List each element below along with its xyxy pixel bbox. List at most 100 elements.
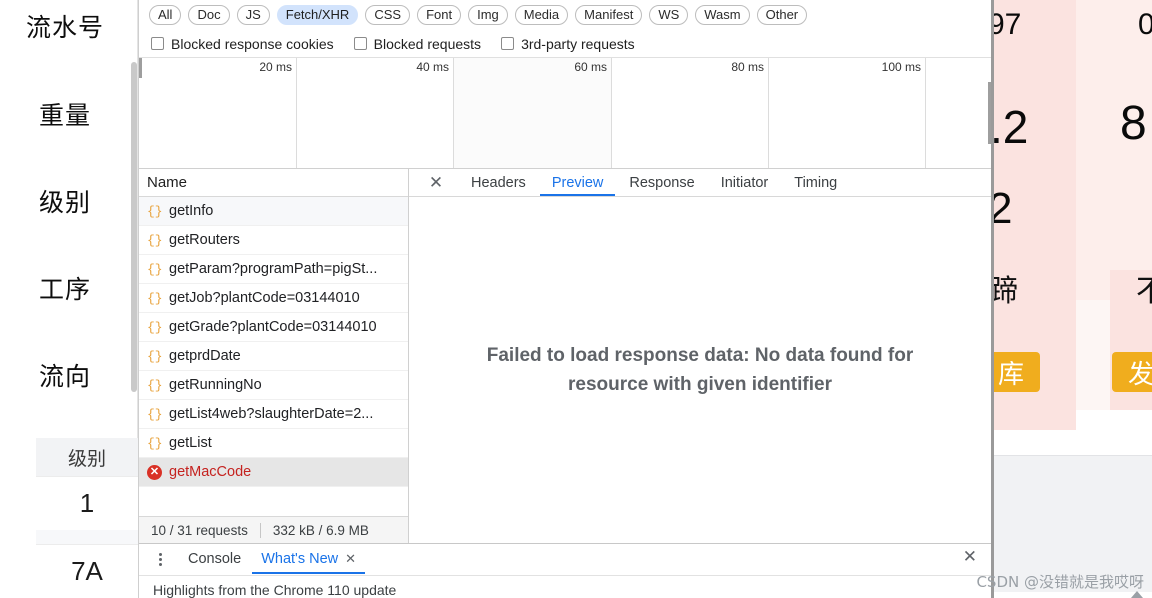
overview-tick-20ms: 20 ms <box>259 60 292 74</box>
devtools-window: All Doc JS Fetch/XHR CSS Font Img Media … <box>138 0 992 598</box>
drawer-tab-whats-new[interactable]: What's New ✕ <box>252 545 365 574</box>
request-name: getRouters <box>169 232 240 248</box>
close-icon[interactable]: ✕ <box>423 170 449 196</box>
checkbox-blocked-response-cookies[interactable]: Blocked response cookies <box>151 36 334 52</box>
drawer-close-icon[interactable]: ✕ <box>963 547 977 567</box>
filter-chip-other[interactable]: Other <box>756 5 808 25</box>
checkbox-label: Blocked requests <box>373 35 482 52</box>
request-column-header-name[interactable]: Name <box>139 169 408 197</box>
tab-initiator[interactable]: Initiator <box>709 169 781 196</box>
tab-headers[interactable]: Headers <box>459 169 538 196</box>
filter-chip-css[interactable]: CSS <box>365 5 411 25</box>
table-row[interactable]: {} getJob?plantCode=03144010 <box>139 284 408 313</box>
bg-label-process: 工序 <box>38 275 91 304</box>
background-scrollbar[interactable] <box>131 62 137 392</box>
checkbox-3rd-party-requests[interactable]: 3rd-party requests <box>501 36 635 52</box>
checkbox-blocked-requests[interactable]: Blocked requests <box>353 35 482 52</box>
filter-chip-fetch-xhr[interactable]: Fetch/XHR <box>276 5 359 25</box>
table-row[interactable]: {} getParam?programPath=pigSt... <box>139 255 408 284</box>
json-file-icon: {} <box>147 232 163 248</box>
tab-preview[interactable]: Preview <box>540 169 616 196</box>
drawer-tabbar: Console What's New ✕ <box>139 544 991 574</box>
devtools-right-edge-rule <box>992 0 994 598</box>
filter-chip-img[interactable]: Img <box>468 5 508 25</box>
tab-timing[interactable]: Timing <box>782 169 849 196</box>
json-file-icon: {} <box>147 406 163 422</box>
filter-chip-manifest[interactable]: Manifest <box>575 5 643 25</box>
network-status-bar: 10 / 31 requests 332 kB / 6.9 MB <box>139 516 408 543</box>
filter-chip-js[interactable]: JS <box>236 5 270 25</box>
overview-gridline <box>296 58 297 168</box>
overview-gridline <box>611 58 612 168</box>
filter-chip-all[interactable]: All <box>149 5 182 25</box>
close-icon[interactable]: ✕ <box>345 551 356 567</box>
request-name: getInfo <box>169 203 214 219</box>
table-row[interactable]: {} getRouters <box>139 226 408 255</box>
checkbox-icon[interactable] <box>501 37 515 50</box>
filter-chip-wasm[interactable]: Wasm <box>695 5 750 25</box>
request-list[interactable]: {} getInfo {} getRouters {} getParam?pro… <box>139 197 408 516</box>
table-row[interactable]: {} getList4web?slaughterDate=2... <box>139 400 408 429</box>
filter-chip-doc[interactable]: Doc <box>188 5 230 25</box>
request-name: getprdDate <box>169 348 241 364</box>
overview-gridline <box>453 58 454 168</box>
error-message: Failed to load response data: No data fo… <box>486 344 914 395</box>
overview-gridline <box>768 58 769 168</box>
status-transfer-size: 332 kB / 6.9 MB <box>272 522 369 538</box>
drawer-tab-console[interactable]: Console <box>179 545 250 574</box>
more-options-icon[interactable] <box>149 548 171 570</box>
bg-number-point-2: .2 <box>990 101 1029 153</box>
bg-button-send[interactable]: 发 <box>1112 352 1152 392</box>
request-details-tabbar: ✕ Headers Preview Response Initiator Tim… <box>409 169 991 197</box>
overview-tick-80ms: 80 ms <box>731 60 764 74</box>
background-mini-table: 级别 1 7A <box>36 438 138 598</box>
overview-tick-100ms: 100 ms <box>881 60 921 74</box>
status-requests-count: 10 / 31 requests <box>151 522 248 538</box>
json-file-icon: {} <box>147 261 163 277</box>
scroll-up-caret-icon[interactable] <box>1131 591 1143 598</box>
mini-table-header: 级别 <box>36 438 138 476</box>
pink-shape <box>1076 300 1110 410</box>
request-name: getParam?programPath=pigSt... <box>169 261 378 277</box>
checkbox-icon[interactable] <box>151 37 164 50</box>
bg-label-grade: 级别 <box>38 188 91 217</box>
network-filter-bar: All Doc JS Fetch/XHR CSS Font Img Media … <box>139 0 991 30</box>
overview-left-handle[interactable] <box>139 58 142 78</box>
checkbox-label: Blocked response cookies <box>171 35 334 52</box>
table-row[interactable]: {} getprdDate <box>139 342 408 371</box>
table-row[interactable]: {} getList <box>139 429 408 458</box>
network-split-view: Name {} getInfo {} getRouters {} getPara… <box>139 169 991 543</box>
overview-tick-40ms: 40 ms <box>416 60 449 74</box>
overview-right-handle[interactable] <box>988 82 991 144</box>
checkbox-label: 3rd-party requests <box>521 35 635 52</box>
bg-number-8: 8 <box>1120 97 1147 150</box>
error-icon: ✕ <box>147 464 162 480</box>
filter-chip-ws[interactable]: WS <box>649 5 689 25</box>
checkbox-icon[interactable] <box>353 37 367 50</box>
overview-tick-60ms: 60 ms <box>574 60 607 74</box>
mini-table-cell: 7A <box>36 544 138 598</box>
mini-table-cell: 1 <box>36 476 138 530</box>
bg-label-serial: 流水号 <box>25 13 104 42</box>
request-name: getList <box>169 435 212 451</box>
whats-new-headline: Highlights from the Chrome 110 update <box>153 582 397 598</box>
table-row[interactable]: {} getRunningNo <box>139 371 408 400</box>
json-file-icon: {} <box>147 435 163 451</box>
table-row[interactable]: {} getInfo <box>139 197 408 226</box>
request-name: getRunningNo <box>169 377 262 393</box>
json-file-icon: {} <box>147 377 163 393</box>
request-name: getMacCode <box>169 464 252 480</box>
overview-band <box>453 58 611 168</box>
tab-response[interactable]: Response <box>617 169 706 196</box>
mini-table-gap <box>36 530 138 544</box>
filter-chip-media[interactable]: Media <box>514 5 569 25</box>
filter-chip-font[interactable]: Font <box>417 5 462 25</box>
table-row[interactable]: ✕ getMacCode <box>139 458 408 487</box>
network-overview-timeline[interactable]: 20 ms 40 ms 60 ms 80 ms 100 ms <box>139 58 991 169</box>
json-file-icon: {} <box>147 290 163 306</box>
bg-label-weight: 重量 <box>38 101 91 130</box>
overview-gridline <box>925 58 926 168</box>
preview-panel: Failed to load response data: No data fo… <box>409 197 991 543</box>
request-name: getGrade?plantCode=03144010 <box>169 319 377 335</box>
table-row[interactable]: {} getGrade?plantCode=03144010 <box>139 313 408 342</box>
